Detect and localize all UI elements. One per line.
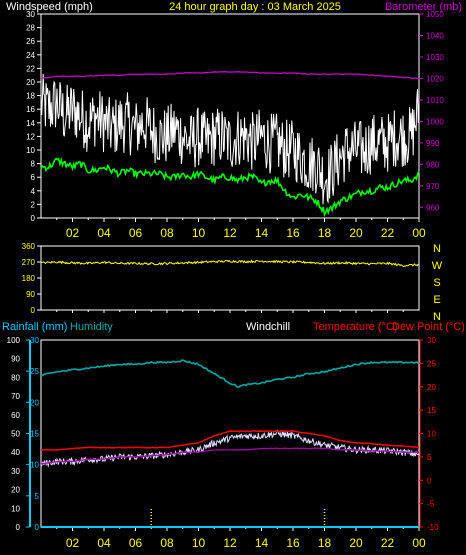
- y-left-tick-label: 10: [26, 146, 35, 155]
- temp-x-tick-label: 06: [129, 536, 143, 550]
- temp-x-tick-label: 16: [286, 536, 300, 550]
- temperature-axis-label: Temperature (°C): [313, 321, 397, 333]
- temperature-tick-label: 15: [427, 406, 436, 415]
- humidity-axis-label: Humidity: [70, 321, 113, 333]
- humidity-tick-label: 30: [11, 467, 20, 476]
- y-left-tick-label: 30: [26, 10, 35, 19]
- y-left-tick-label: 20: [26, 78, 35, 87]
- x-tick-label: 08: [160, 226, 174, 240]
- temp-x-tick-label: 02: [66, 536, 80, 550]
- barometer-axis-label: Barometer (mb): [385, 1, 462, 13]
- y-left-tick-label: 24: [26, 51, 35, 60]
- humidity-tick-label: 10: [11, 504, 20, 513]
- direction-y-tick-label: 180: [22, 274, 36, 283]
- temp-x-tick-label: 20: [349, 536, 363, 550]
- temp-x-tick-label: 10: [192, 536, 206, 550]
- y-right-tick-label: 990: [426, 139, 440, 148]
- humidity-tick-label: 0: [16, 523, 21, 532]
- y-left-tick-label: 0: [31, 214, 36, 223]
- humidity-tick-label: 100: [7, 336, 21, 345]
- direction-y-tick-label: 0: [31, 306, 36, 315]
- y-right-tick-label: 980: [426, 160, 440, 169]
- temp-x-tick-label: 14: [255, 536, 269, 550]
- compass-label: W: [432, 260, 443, 272]
- rainfall-tick-label: 15: [30, 430, 39, 439]
- rainfall-tick-label: 20: [30, 398, 39, 407]
- y-left-tick-label: 18: [26, 92, 35, 101]
- temp-x-tick-label: 00: [412, 536, 426, 550]
- rainfall-tick-label: 10: [30, 461, 39, 470]
- y-left-tick-label: 12: [26, 132, 35, 141]
- x-tick-label: 14: [255, 226, 269, 240]
- humidity-tick-label: 90: [11, 355, 20, 364]
- x-tick-label: 18: [318, 226, 332, 240]
- x-tick-label: 12: [223, 226, 237, 240]
- y-right-tick-label: 970: [426, 182, 440, 191]
- x-tick-label: 22: [381, 226, 395, 240]
- temperature-tick-label: 0: [427, 476, 432, 485]
- y-right-tick-label: 1020: [426, 74, 444, 83]
- windchill-label: Windchill: [246, 321, 290, 333]
- temp-x-tick-label: 04: [97, 536, 111, 550]
- y-left-tick-label: 28: [26, 24, 35, 33]
- direction-y-tick-label: 360: [22, 242, 36, 251]
- temperature-tick-label: -10: [427, 523, 439, 532]
- temp-x-tick-label: 18: [318, 536, 332, 550]
- y-right-tick-label: 1000: [426, 117, 444, 126]
- humidity-tick-label: 40: [11, 448, 20, 457]
- temp-x-tick-label: 22: [381, 536, 395, 550]
- x-tick-label: 10: [192, 226, 206, 240]
- rainfall-tick-label: 5: [35, 492, 40, 501]
- x-tick-label: 06: [129, 226, 143, 240]
- weather-graph-canvas: Windspeed (mph) 24 hour graph day : 03 M…: [0, 0, 466, 555]
- windspeed-axis-label: Windspeed (mph): [6, 1, 93, 13]
- x-tick-label: 20: [349, 226, 363, 240]
- y-left-tick-label: 6: [31, 173, 36, 182]
- humidity-tick-label: 80: [11, 373, 20, 382]
- temperature-tick-label: 20: [427, 383, 436, 392]
- x-tick-label: 00: [412, 226, 426, 240]
- temp-x-tick-label: 12: [223, 536, 237, 550]
- direction-y-tick-label: 90: [26, 290, 35, 299]
- temperature-tick-label: -5: [427, 500, 435, 509]
- temperature-tick-label: 10: [427, 430, 436, 439]
- x-tick-label: 02: [66, 226, 80, 240]
- y-left-tick-label: 4: [31, 187, 36, 196]
- graph-title: 24 hour graph day : 03 March 2025: [169, 1, 341, 13]
- temp-x-tick-label: 08: [160, 536, 174, 550]
- direction-y-tick-label: 270: [22, 258, 36, 267]
- rainfall-tick-label: 0: [35, 523, 40, 532]
- x-tick-label: 04: [97, 226, 111, 240]
- temperature-tick-label: 30: [427, 336, 436, 345]
- y-left-tick-label: 14: [26, 119, 35, 128]
- y-left-tick-label: 26: [26, 37, 35, 46]
- y-left-tick-label: 2: [31, 200, 36, 209]
- y-right-tick-label: 1050: [426, 10, 444, 19]
- y-right-tick-label: 960: [426, 203, 440, 212]
- canvas-background: [0, 0, 466, 555]
- y-right-tick-label: 1010: [426, 96, 444, 105]
- rainfall-tick-label: 25: [30, 367, 39, 376]
- y-left-tick-label: 8: [31, 160, 36, 169]
- y-left-tick-label: 22: [26, 64, 35, 73]
- y-left-tick-label: 16: [26, 105, 35, 114]
- compass-label: N: [433, 243, 441, 255]
- temperature-tick-label: 5: [427, 453, 432, 462]
- y-right-tick-label: 1030: [426, 53, 444, 62]
- humidity-tick-label: 50: [11, 430, 20, 439]
- temperature-tick-label: 25: [427, 359, 436, 368]
- humidity-tick-label: 70: [11, 392, 20, 401]
- rainfall-tick-label: 30: [30, 336, 39, 345]
- x-tick-label: 16: [286, 226, 300, 240]
- dewpoint-axis-label: Dew Point (°C): [392, 321, 465, 333]
- y-right-tick-label: 1040: [426, 31, 444, 40]
- rainfall-axis-label: Rainfall (mm): [2, 321, 67, 333]
- compass-label: E: [433, 294, 440, 306]
- humidity-tick-label: 60: [11, 411, 20, 420]
- compass-label: S: [433, 277, 440, 289]
- humidity-tick-label: 20: [11, 486, 20, 495]
